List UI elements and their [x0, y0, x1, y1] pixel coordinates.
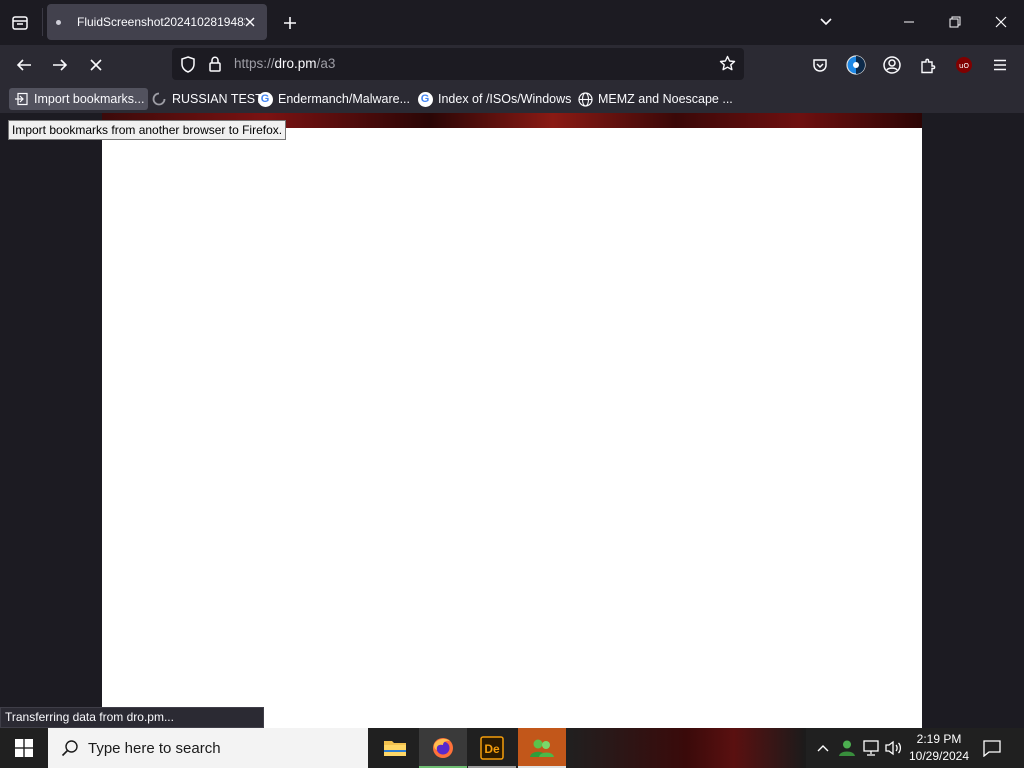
loading-icon: [151, 91, 167, 107]
back-icon[interactable]: [11, 53, 37, 77]
url-host: dro.pm: [274, 56, 317, 71]
clock-time: 2:19 PM: [916, 732, 962, 746]
notification-icon[interactable]: [980, 736, 1004, 760]
vpn-extension-icon[interactable]: [843, 53, 869, 77]
google-letter: G: [257, 91, 273, 107]
system-clock[interactable]: 2:19 PM 10/29/2024: [905, 731, 973, 765]
svg-text:uO: uO: [959, 62, 969, 70]
search-placeholder: Type here to search: [88, 739, 221, 757]
close-window-icon[interactable]: [979, 6, 1023, 38]
tab-title: FluidScreenshot202410281948366: [77, 15, 245, 29]
account-icon[interactable]: [879, 53, 905, 77]
people-icon[interactable]: [518, 728, 566, 768]
firefox-icon[interactable]: [419, 728, 467, 768]
hamburger-menu-icon[interactable]: [987, 53, 1013, 77]
taskbar-search-box[interactable]: Type here to search: [48, 728, 368, 768]
pocket-icon[interactable]: [807, 53, 833, 77]
bookmark-import[interactable]: Import bookmarks...: [9, 88, 149, 110]
bookmark-label: Index of /ISOs/Windows: [438, 92, 572, 106]
user-tray-icon[interactable]: [836, 728, 858, 768]
windows-start-icon[interactable]: [0, 728, 48, 768]
new-tab-icon[interactable]: [278, 11, 302, 35]
bookmark-label: Import bookmarks...: [34, 92, 145, 106]
restore-icon[interactable]: [933, 6, 977, 38]
bookmark-star-icon[interactable]: [719, 55, 736, 77]
network-icon[interactable]: [860, 728, 882, 768]
tab-active[interactable]: FluidScreenshot202410281948366: [47, 4, 267, 40]
tab-favicon-icon: [56, 19, 61, 25]
nav-bar: https://dro.pm/a3 uO: [0, 45, 1024, 85]
firefox-view-icon[interactable]: [8, 11, 32, 35]
ublock-icon[interactable]: uO: [951, 53, 977, 77]
google-icon: G: [257, 91, 273, 107]
bookmark-index-isos[interactable]: G Index of /ISOs/Windows: [413, 88, 575, 110]
taskbar: Type here to search De 2:19 PM 10/29/202…: [0, 728, 1024, 768]
lock-icon[interactable]: [208, 56, 222, 77]
bookmarks-bar: Import bookmarks... RUSSIAN TEST G Ender…: [0, 85, 1024, 113]
stop-icon[interactable]: [83, 53, 109, 77]
bookmark-label: RUSSIAN TEST: [172, 92, 263, 106]
close-tab-icon[interactable]: [241, 13, 259, 31]
extensions-icon[interactable]: [915, 53, 941, 77]
tooltip: Import bookmarks from another browser to…: [8, 120, 287, 140]
google-letter: G: [417, 91, 433, 107]
de-app-icon[interactable]: De: [468, 728, 516, 768]
clock-date: 10/29/2024: [908, 749, 970, 763]
shield-icon[interactable]: [180, 56, 196, 78]
folder-icon[interactable]: [371, 728, 419, 768]
google-icon: G: [417, 91, 433, 107]
forward-icon[interactable]: [47, 53, 73, 77]
page-viewport: [0, 113, 1024, 728]
url-text[interactable]: https://dro.pm/a3: [234, 56, 335, 71]
tab-separator: [42, 8, 43, 36]
bookmark-label: MEMZ and Noescape ...: [598, 92, 733, 106]
import-icon: [13, 91, 29, 107]
globe-icon: [577, 91, 593, 107]
volume-icon[interactable]: [883, 728, 905, 768]
search-icon: [60, 738, 80, 758]
chevron-down-icon[interactable]: [814, 10, 838, 34]
bookmark-endermanch[interactable]: G Endermanch/Malware...: [253, 88, 414, 110]
bookmark-russian-test[interactable]: RUSSIAN TEST: [147, 88, 267, 110]
page-body[interactable]: [102, 128, 922, 728]
desktop-wallpaper: [566, 728, 806, 768]
chevron-up-icon[interactable]: [813, 728, 833, 768]
url-scheme: https://: [234, 56, 275, 71]
screen: FluidScreenshot202410281948366: [0, 0, 1024, 768]
bookmark-label: Endermanch/Malware...: [278, 92, 411, 106]
url-path: /a3: [316, 56, 336, 71]
bookmark-memz[interactable]: MEMZ and Noescape ...: [573, 88, 737, 110]
svg-text:De: De: [484, 742, 500, 756]
status-text: Transferring data from dro.pm...: [0, 707, 264, 728]
tab-strip: FluidScreenshot202410281948366: [0, 0, 1024, 45]
url-bar[interactable]: https://dro.pm/a3: [172, 48, 744, 80]
minimize-icon[interactable]: [887, 6, 931, 38]
